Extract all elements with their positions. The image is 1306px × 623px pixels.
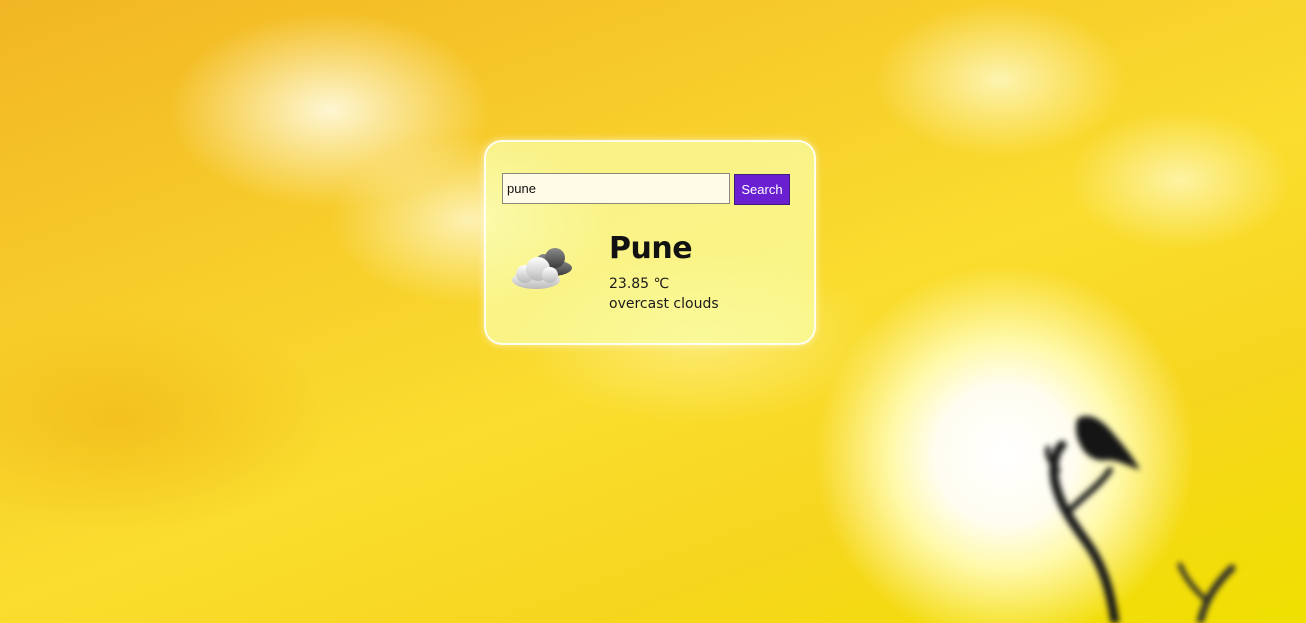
weather-description: overcast clouds xyxy=(609,296,719,312)
city-search-input[interactable] xyxy=(502,173,730,204)
temperature-value: 23.85 ℃ xyxy=(609,276,670,292)
city-name: Pune xyxy=(609,231,693,266)
weather-card: Search Pune 23.85 ℃ overcast clouds xyxy=(484,140,816,345)
search-button[interactable]: Search xyxy=(734,174,790,205)
cloud-icon xyxy=(512,248,572,289)
